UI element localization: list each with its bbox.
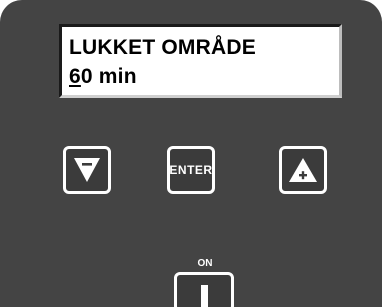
power-switch[interactable] [174,272,234,307]
enter-button[interactable]: ENTER [167,146,215,194]
display-line-1: LUKKET OMRÅDE [69,36,256,59]
triangle-down-minus-icon [74,158,100,182]
triangle-up-plus-icon [289,158,317,182]
lcd-display: LUKKET OMRÅDE 60 min [59,24,342,98]
display-cursor-digit: 6 [69,65,81,88]
decrease-button[interactable] [63,146,111,194]
power-switch-icon [201,285,208,307]
control-panel: LUKKET OMRÅDE 60 min ENTER ON [0,0,382,307]
display-line-2: 60 min [69,65,137,89]
increase-button[interactable] [279,146,327,194]
display-value-rest: 0 min [80,65,137,88]
on-label: ON [197,258,213,269]
enter-label: ENTER [169,163,213,177]
